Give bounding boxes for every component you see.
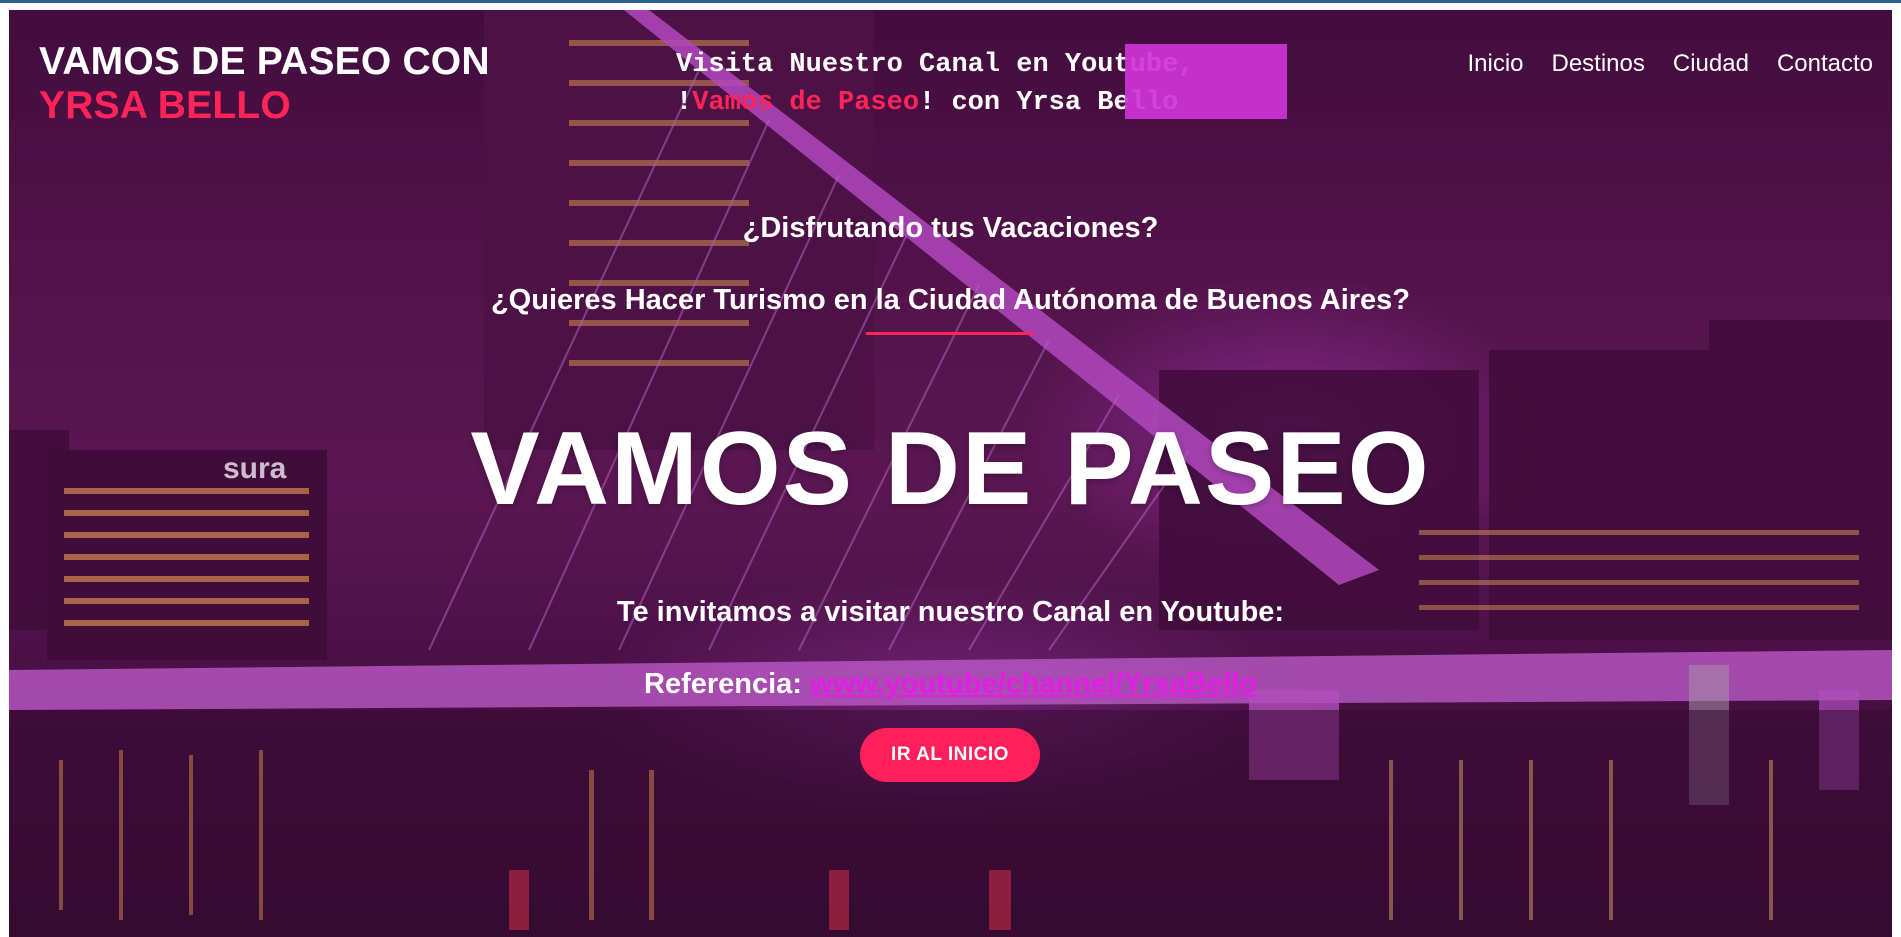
marquee-prefix: !	[676, 88, 693, 118]
nav-item-contacto[interactable]: Contacto	[1777, 48, 1873, 80]
browser-top-border	[0, 0, 1901, 10]
youtube-channel-link[interactable]: www.youtube/channel/YrsaBello	[810, 668, 1257, 700]
main-nav: Inicio Destinos Ciudad Contacto	[1467, 48, 1873, 80]
marquee-highlight: Vamos de Paseo	[692, 88, 920, 118]
hero-question-turismo: ¿Quieres Hacer Turismo en la Ciudad Autó…	[490, 284, 1411, 316]
reference-label: Referencia:	[644, 668, 802, 700]
nav-item-destinos[interactable]: Destinos	[1552, 48, 1645, 80]
reference-line: Referencia: www.youtube/channel/YrsaBell…	[0, 666, 1901, 702]
marquee-overlay-block	[1125, 44, 1287, 119]
nav-item-inicio[interactable]: Inicio	[1467, 48, 1523, 80]
brand-title: VAMOS DE PASEO CON	[39, 40, 490, 83]
hero-question-vacaciones: ¿Disfrutando tus Vacaciones?	[742, 212, 1159, 244]
hero-headline: VAMOS DE PASEO	[470, 411, 1431, 527]
go-to-home-button[interactable]: IR AL INICIO	[860, 728, 1040, 782]
nav-item-ciudad[interactable]: Ciudad	[1673, 48, 1749, 80]
youtube-invite-text: Te invitamos a visitar nuestro Canal en …	[616, 596, 1285, 628]
brand-subtitle: YRSA BELLO	[39, 84, 291, 127]
accent-divider	[866, 332, 1034, 335]
site-brand[interactable]: VAMOS DE PASEO CON YRSA BELLO	[39, 40, 519, 128]
